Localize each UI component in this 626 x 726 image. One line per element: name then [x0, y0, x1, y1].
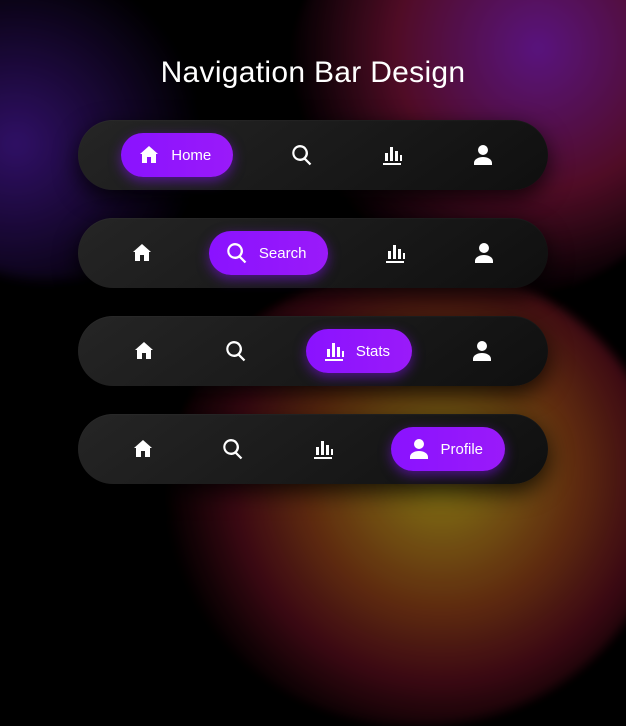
nav-item-profile[interactable] — [461, 133, 505, 177]
nav-item-home[interactable]: Home — [121, 133, 233, 177]
search-icon — [290, 143, 314, 167]
navbar-collection: Home Search — [78, 120, 548, 484]
nav-item-label: Profile — [441, 441, 484, 458]
home-icon — [137, 143, 161, 167]
nav-item-label: Home — [171, 147, 211, 164]
profile-icon — [470, 339, 494, 363]
search-icon — [224, 339, 248, 363]
navbar-variant-search: Search — [78, 218, 548, 288]
nav-item-home[interactable] — [120, 231, 164, 275]
stats-icon — [380, 143, 404, 167]
nav-item-stats[interactable] — [370, 133, 414, 177]
nav-item-search[interactable] — [211, 427, 255, 471]
home-icon — [131, 437, 155, 461]
navbar-variant-profile: Profile — [78, 414, 548, 484]
nav-item-profile[interactable] — [460, 329, 504, 373]
home-icon — [132, 339, 156, 363]
nav-item-stats[interactable] — [301, 427, 345, 471]
nav-item-profile[interactable] — [462, 231, 506, 275]
stats-icon — [322, 339, 346, 363]
nav-item-stats[interactable]: Stats — [306, 329, 412, 373]
profile-icon — [472, 241, 496, 265]
nav-item-home[interactable] — [122, 329, 166, 373]
nav-item-search[interactable]: Search — [209, 231, 329, 275]
nav-item-label: Stats — [356, 343, 390, 360]
profile-icon — [407, 437, 431, 461]
home-icon — [130, 241, 154, 265]
navbar-variant-home: Home — [78, 120, 548, 190]
nav-item-search[interactable] — [214, 329, 258, 373]
search-icon — [221, 437, 245, 461]
nav-item-stats[interactable] — [373, 231, 417, 275]
page-title: Navigation Bar Design — [161, 56, 466, 90]
nav-item-search[interactable] — [280, 133, 324, 177]
nav-item-label: Search — [259, 245, 307, 262]
nav-item-profile[interactable]: Profile — [391, 427, 506, 471]
navbar-variant-stats: Stats — [78, 316, 548, 386]
profile-icon — [471, 143, 495, 167]
stats-icon — [383, 241, 407, 265]
stats-icon — [311, 437, 335, 461]
nav-item-home[interactable] — [121, 427, 165, 471]
search-icon — [225, 241, 249, 265]
